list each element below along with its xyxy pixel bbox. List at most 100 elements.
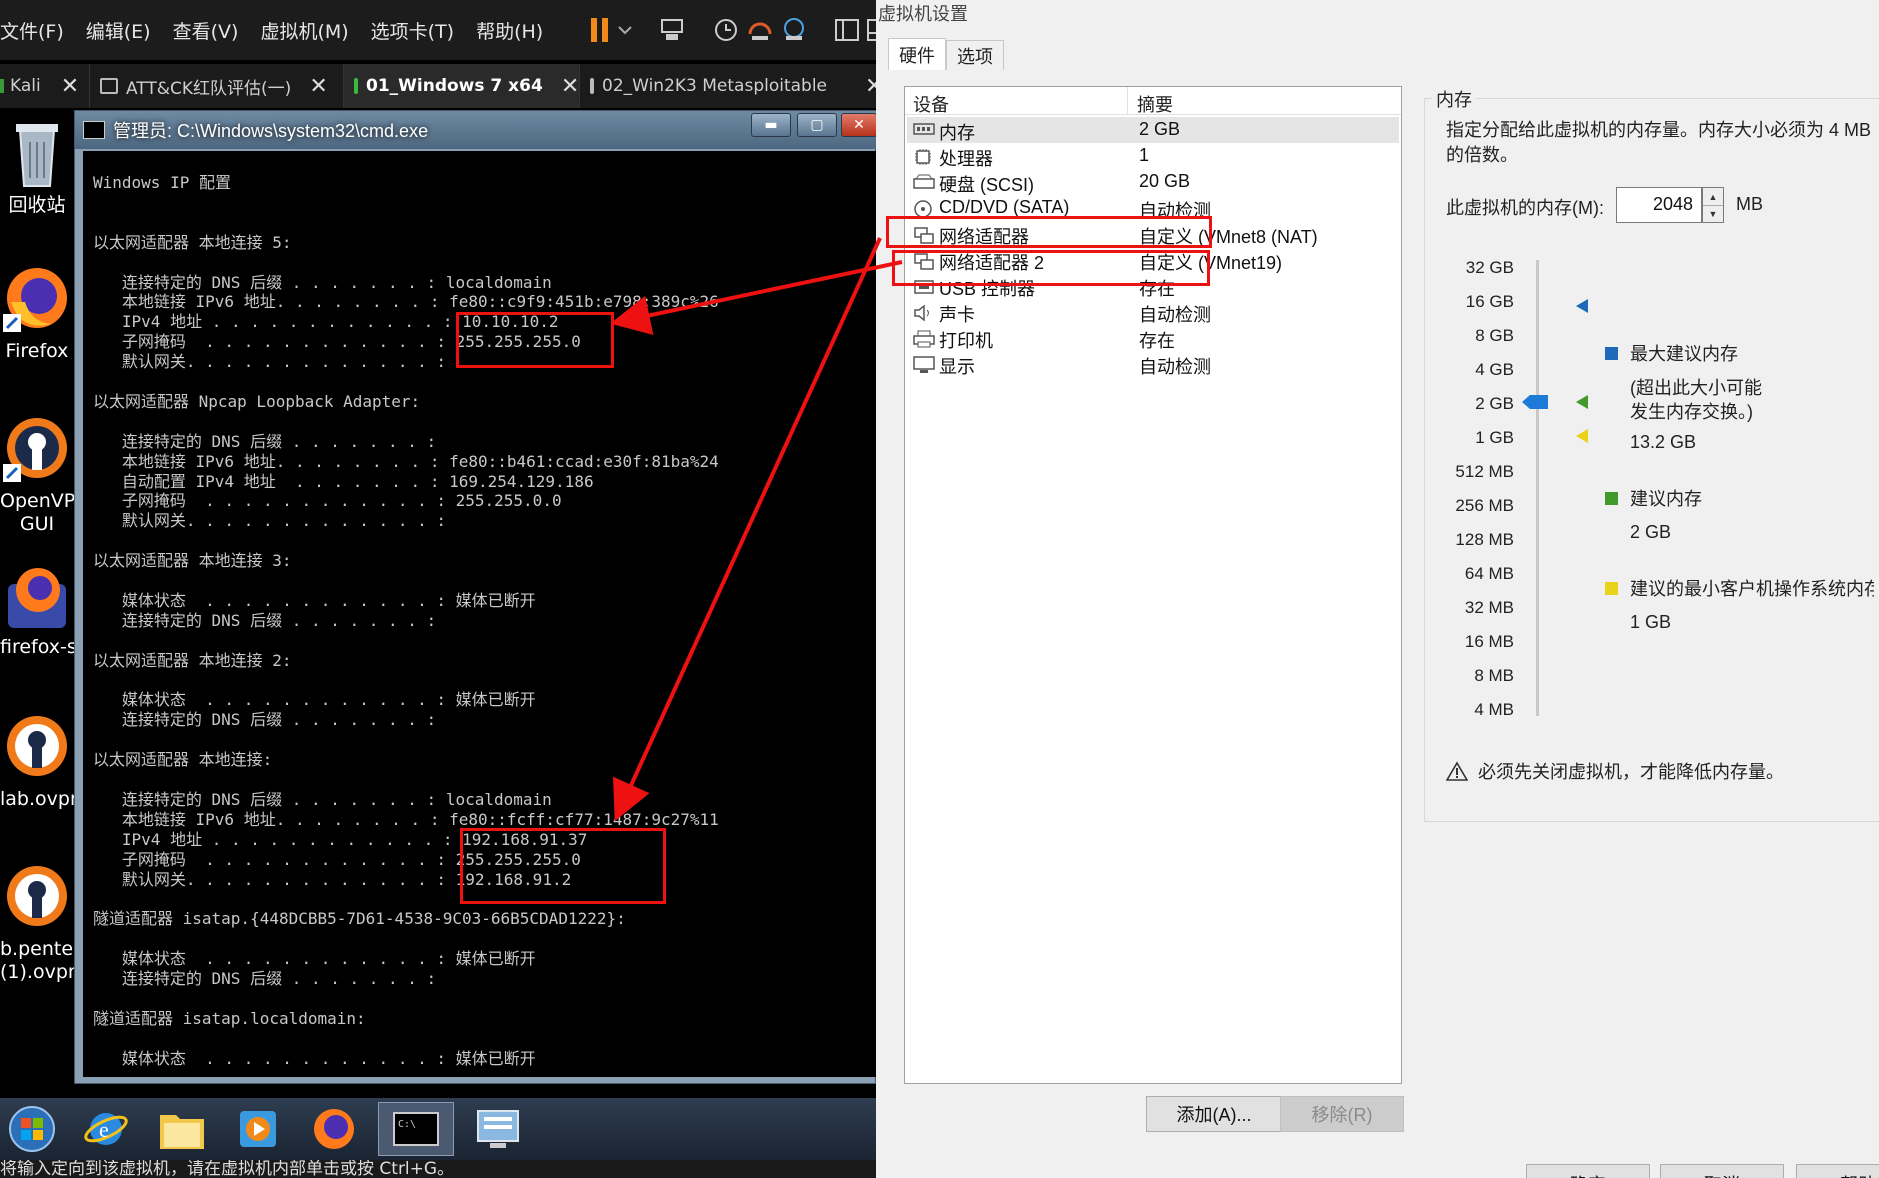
internet-explorer-icon: e [84, 1113, 128, 1145]
desktop-icon-label: Firefox [5, 340, 69, 362]
tab-hardware[interactable]: 硬件 [888, 38, 946, 70]
tab-win2k3[interactable]: 02_Win2K3 Metasploitable ✕ [580, 64, 876, 108]
memory-scale-tick: 512 MB [1455, 462, 1514, 481]
cmd-icon [83, 121, 105, 139]
cmd-output-line: 以太网适配器 本地连接 2: [93, 650, 292, 670]
printer-icon [913, 330, 935, 348]
send-ctrl-alt-del-icon[interactable] [658, 12, 686, 48]
device-name: 硬盘 (SCSI) [939, 175, 1035, 195]
speaker-icon [913, 304, 935, 322]
column-header-summary[interactable]: 摘要 [1137, 91, 1173, 117]
memory-slider-track[interactable] [1536, 260, 1539, 716]
close-icon[interactable]: ✕ [309, 74, 327, 99]
vm-tab-icon [100, 78, 118, 94]
device-row[interactable]: 处理器 1 [907, 143, 1399, 169]
desktop-icon-label: lab.ovpn [0, 788, 74, 810]
tab-options[interactable]: 选项 [946, 40, 1004, 70]
add-device-button[interactable]: 添加(A)... [1146, 1096, 1282, 1132]
network-settings-icon [477, 1110, 519, 1148]
device-row[interactable]: 内存 2 GB [907, 117, 1399, 143]
desktop-icon-pentest-ovpn[interactable]: b.pentes (1).ovpn [0, 860, 74, 984]
dialog-tabs: 硬件 选项 [888, 38, 1004, 70]
taskbar-media-player[interactable] [226, 1102, 290, 1156]
spin-up-icon[interactable]: ▲ [1703, 188, 1723, 205]
menu-file[interactable]: 文件(F) [0, 17, 76, 44]
device-name: 声卡 [939, 305, 975, 325]
menu-edit[interactable]: 编辑(E) [86, 17, 163, 44]
desktop-icon-recycle-bin[interactable]: 回收站 [0, 116, 74, 217]
min-memory-label: 建议的最小客户机操作系统内存 [1630, 579, 1874, 599]
device-row[interactable]: 显示 自动检测 [907, 351, 1399, 377]
start-button[interactable] [0, 1102, 64, 1156]
close-button[interactable]: ✕ [841, 113, 876, 137]
svg-text:C:\: C:\ [398, 1119, 416, 1130]
snapshot-manager-icon[interactable] [780, 12, 808, 48]
cmd-console[interactable]: Windows IP 配置 以太网适配器 本地连接 5: 连接特定的 DNS 后缀… [83, 151, 876, 1077]
chevron-down-icon[interactable] [618, 12, 632, 48]
memory-scale-tick: 8 GB [1475, 326, 1514, 345]
tab-attck[interactable]: ATT&CK红队评估(一) ✕ [90, 64, 344, 108]
menu-view[interactable]: 查看(V) [173, 17, 251, 44]
cmd-window[interactable]: 管理员: C:\Windows\system32\cmd.exe ▬ ▢ ✕ W… [74, 110, 876, 1084]
desktop-icon-lab-ovpn[interactable]: lab.ovpn [0, 710, 74, 811]
spin-down-icon[interactable]: ▼ [1703, 205, 1723, 222]
close-icon[interactable]: ✕ [561, 74, 579, 99]
taskbar-explorer[interactable] [150, 1102, 214, 1156]
cmd-output-line: 本地链接 IPv6 地址. . . . . . . . : fe80::fcff… [93, 809, 719, 829]
taskbar-ie[interactable]: e [74, 1102, 138, 1156]
close-icon[interactable]: ✕ [865, 74, 876, 99]
cancel-button[interactable]: 取消 [1660, 1164, 1784, 1178]
minimize-button[interactable]: ▬ [751, 113, 791, 137]
tab-windows7[interactable]: 01_Windows 7 x64 ✕ [344, 64, 580, 108]
cmd-output-line: 媒体状态 . . . . . . . . . . . . : 媒体已断开 [93, 590, 536, 610]
maximize-button[interactable]: ▢ [797, 113, 837, 137]
desktop-icon-label: 回收站 [8, 194, 66, 216]
device-row[interactable]: 打印机 存在 [907, 325, 1399, 351]
column-header-device[interactable]: 设备 [913, 91, 949, 117]
menu-tabs[interactable]: 选项卡(T) [371, 17, 466, 44]
cmd-title-bar[interactable]: 管理员: C:\Windows\system32\cmd.exe ▬ ▢ ✕ [75, 111, 876, 149]
desktop-icon-firefox-se[interactable]: firefox-se [0, 560, 74, 659]
min-memory-legend-swatch [1605, 582, 1618, 595]
revert-snapshot-icon[interactable] [746, 12, 774, 48]
cd-icon [913, 200, 935, 218]
device-row[interactable]: 声卡 自动检测 [907, 299, 1399, 325]
console-view-icon[interactable] [866, 12, 876, 48]
recycle-bin-icon [16, 124, 58, 187]
close-icon[interactable]: ✕ [61, 74, 79, 99]
highlight-box-ip1 [456, 312, 614, 368]
device-summary: 自动检测 [1139, 305, 1211, 325]
tab-kali[interactable]: Kali ✕ [0, 64, 90, 108]
help-button[interactable]: 帮助 [1796, 1164, 1879, 1178]
cmd-output-line: 连接特定的 DNS 后缀 . . . . . . . : [93, 431, 437, 451]
taskbar-firefox[interactable] [302, 1102, 366, 1156]
cmd-output-line: 默认网关. . . . . . . . . . . . . : [93, 352, 446, 372]
tab-label: 01_Windows 7 x64 [366, 76, 543, 96]
menu-help[interactable]: 帮助(H) [476, 17, 555, 44]
menu-vm[interactable]: 虚拟机(M) [260, 17, 360, 44]
memory-slider-thumb[interactable] [1522, 395, 1548, 409]
device-row[interactable]: 硬盘 (SCSI) 20 GB [907, 169, 1399, 195]
cmd-output-line: 媒体状态 . . . . . . . . . . . . : 媒体已断开 [93, 949, 536, 969]
tab-label: ATT&CK红队评估(一) [126, 78, 292, 99]
remove-device-button[interactable]: 移除(R) [1280, 1096, 1404, 1132]
desktop-icon-firefox[interactable]: Firefox [0, 262, 74, 363]
cmd-output-line: 隧道适配器 isatap.{448DCBB5-7D61-4538-9C03-66… [93, 909, 626, 929]
snapshot-icon[interactable] [712, 12, 740, 48]
memory-scale-tick: 64 MB [1464, 564, 1514, 583]
device-list-header: 设备 摘要 [905, 87, 1401, 115]
ok-button[interactable]: 确定 [1526, 1164, 1650, 1178]
device-name: 内存 [939, 123, 975, 143]
memory-scale-tick: 32 GB [1465, 258, 1514, 277]
recommended-memory-legend-swatch [1605, 492, 1618, 505]
taskbar-network[interactable] [460, 1102, 536, 1156]
memory-spinner[interactable]: ▲ ▼ [1702, 187, 1724, 223]
device-summary: 20 GB [1139, 171, 1191, 191]
pause-icon[interactable] [588, 12, 612, 48]
desktop-icon-openvpn[interactable]: OpenVPN GUI [0, 412, 74, 536]
openvpn-icon [7, 716, 67, 776]
taskbar-cmd[interactable]: C:\ [378, 1102, 454, 1156]
sidebar-toggle-icon[interactable] [834, 12, 860, 48]
memory-input[interactable]: 2048 [1616, 187, 1702, 223]
cmd-output-line: 以太网适配器 本地连接 5: [93, 232, 292, 252]
